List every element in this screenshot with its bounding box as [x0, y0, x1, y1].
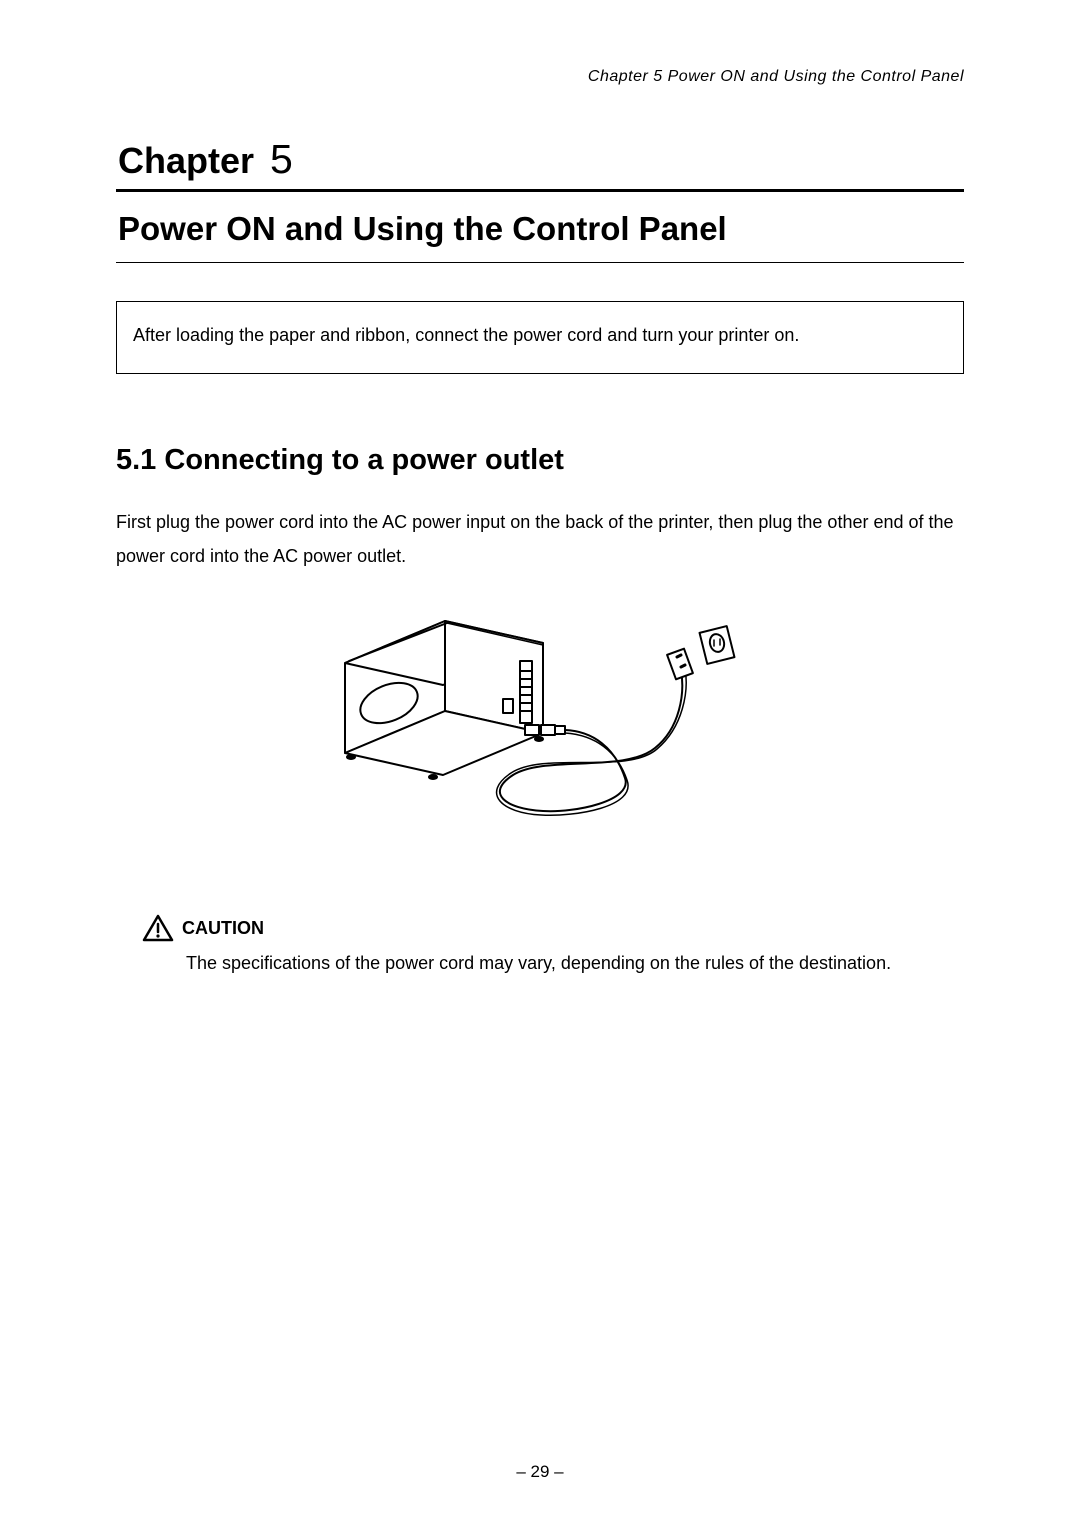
chapter-title-rule [116, 262, 964, 263]
figure [116, 613, 964, 838]
caution-icon [142, 914, 174, 942]
intro-box: After loading the paper and ribbon, conn… [116, 301, 964, 374]
page: Chapter 5 Power ON and Using the Control… [0, 0, 1080, 1528]
page-number: – 29 – [0, 1462, 1080, 1482]
chapter-heading-rule [116, 189, 964, 192]
caution-header: CAUTION [142, 914, 964, 942]
caution-text: The specifications of the power cord may… [186, 950, 964, 977]
section-heading: 5.1 Connecting to a power outlet [116, 444, 964, 477]
chapter-label: Chapter [118, 140, 254, 181]
chapter-number: 5 [270, 136, 293, 182]
body-text: First plug the power cord into the AC po… [116, 505, 964, 573]
caution-block: CAUTION The specifications of the power … [142, 914, 964, 977]
caution-label: CAUTION [182, 918, 264, 939]
printer-plug-illustration [325, 613, 755, 833]
chapter-heading: Chapter 5 [118, 136, 964, 183]
chapter-title: Power ON and Using the Control Panel [118, 210, 964, 248]
running-header: Chapter 5 Power ON and Using the Control… [116, 68, 964, 86]
